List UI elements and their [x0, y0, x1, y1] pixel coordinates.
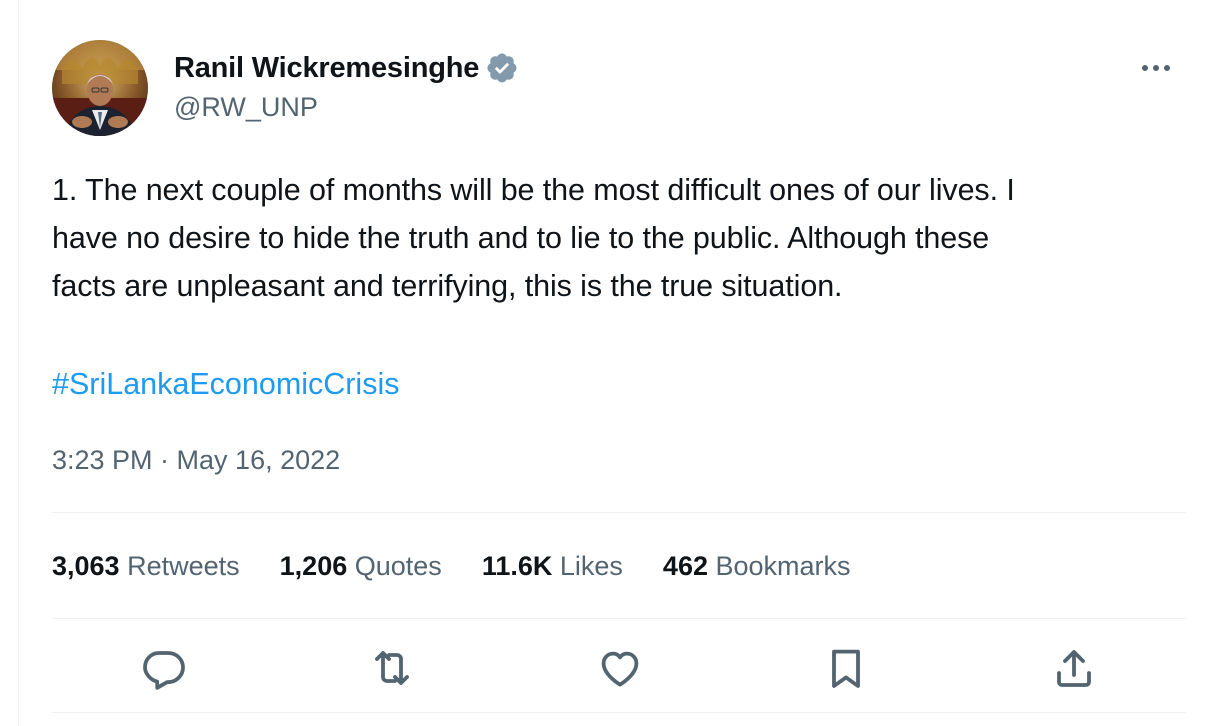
- divider: [52, 512, 1186, 513]
- display-name-row: Ranil Wickremesinghe: [174, 48, 519, 88]
- tweet-text-line: have no desire to hide the truth and to …: [52, 221, 990, 255]
- tweet-timestamp[interactable]: 3:23 PM · May 16, 2022: [52, 440, 340, 480]
- display-name[interactable]: Ranil Wickremesinghe: [174, 52, 479, 85]
- author-info: Ranil Wickremesinghe @RW_UNP: [174, 48, 519, 123]
- stat-label: Retweets: [127, 551, 240, 581]
- stat-label: Likes: [559, 551, 623, 581]
- stat-count: 1,206: [279, 551, 348, 581]
- author-handle[interactable]: @RW_UNP: [174, 92, 519, 123]
- engagement-stats: 3,063 Retweets 1,206 Quotes 11.6K Likes …: [52, 546, 891, 586]
- stat-count: 3,063: [52, 551, 120, 581]
- more-options-icon[interactable]: [1136, 56, 1176, 80]
- tweet-text: 1. The next couple of months will be the…: [52, 166, 1192, 310]
- tweet-header: Ranil Wickremesinghe @RW_UNP: [52, 40, 1192, 140]
- stat-count: 462: [662, 551, 708, 581]
- stat-label: Quotes: [354, 551, 442, 581]
- share-icon[interactable]: [1050, 644, 1098, 692]
- retweet-icon[interactable]: [368, 644, 416, 692]
- avatar-image: [52, 40, 148, 136]
- tweet-text-line: facts are unpleasant and terrifying, thi…: [52, 269, 843, 303]
- hashtag-link[interactable]: #SriLankaEconomicCrisis: [52, 360, 400, 408]
- stat-bookmarks[interactable]: 462 Bookmarks: [663, 546, 851, 586]
- verified-badge-icon[interactable]: [485, 51, 519, 85]
- tweet-text-line: 1. The next couple of months will be the…: [52, 173, 1015, 207]
- stat-likes[interactable]: 11.6K Likes: [482, 546, 623, 586]
- reply-icon[interactable]: [140, 644, 188, 692]
- tweet-page: Ranil Wickremesinghe @RW_UNP 1. The next…: [0, 0, 1214, 726]
- stat-retweets[interactable]: 3,063 Retweets: [52, 546, 240, 586]
- like-icon[interactable]: [596, 644, 644, 692]
- timeline-border: [18, 0, 19, 726]
- bookmark-icon[interactable]: [822, 644, 870, 692]
- avatar[interactable]: [52, 40, 148, 136]
- divider: [52, 618, 1186, 619]
- stat-quotes[interactable]: 1,206 Quotes: [280, 546, 442, 586]
- divider: [52, 712, 1186, 713]
- tweet-actions: [52, 640, 1186, 696]
- stat-count: 11.6K: [481, 551, 553, 581]
- stat-label: Bookmarks: [715, 551, 851, 581]
